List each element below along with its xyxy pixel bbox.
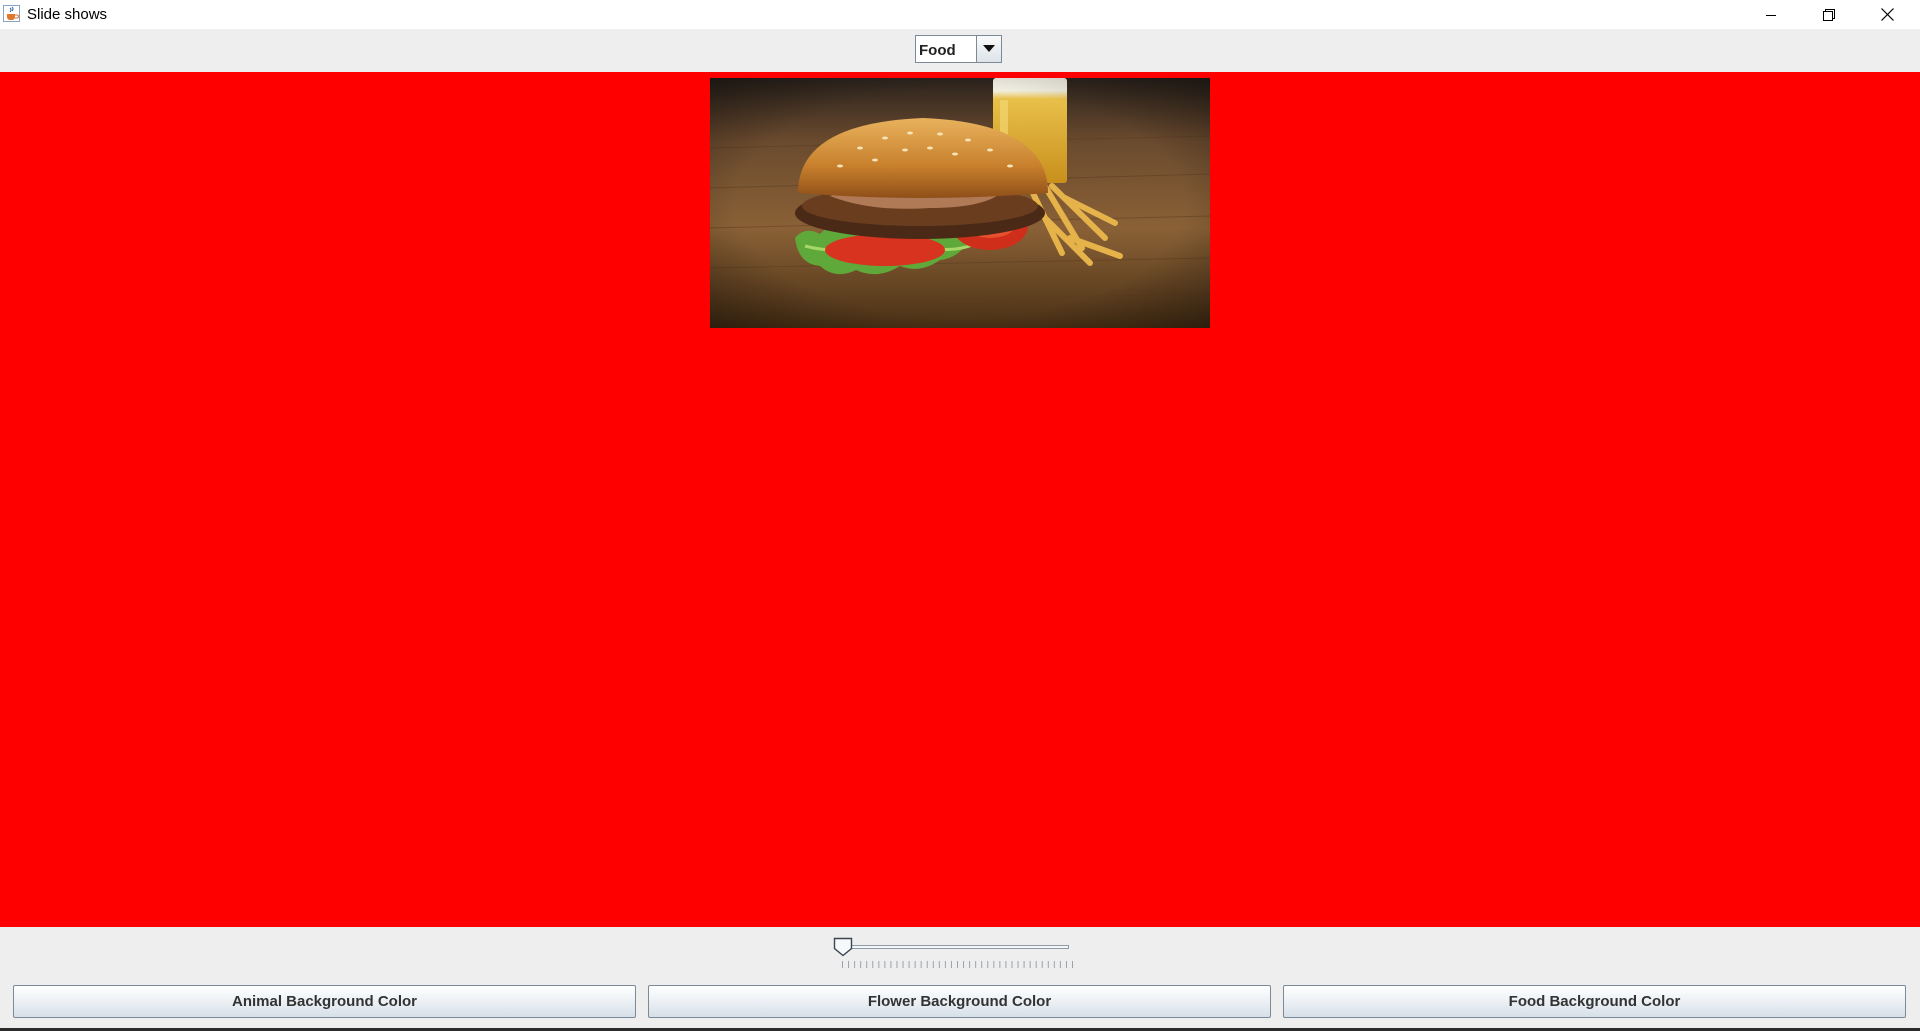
category-bar: Food <box>0 29 1920 72</box>
java-cup-icon <box>3 5 20 22</box>
animal-background-color-button[interactable]: Animal Background Color <box>13 985 636 1018</box>
slide-image <box>710 78 1210 328</box>
flower-background-color-button[interactable]: Flower Background Color <box>648 985 1271 1018</box>
close-icon <box>1880 8 1894 21</box>
close-button[interactable] <box>1858 0 1916 29</box>
chevron-down-icon <box>983 45 995 52</box>
slider-track <box>837 945 1069 949</box>
slide-speed-slider[interactable] <box>833 933 1076 973</box>
restore-icon <box>1823 8 1835 21</box>
category-select-value: Food <box>919 42 956 59</box>
minimize-icon <box>1766 14 1776 16</box>
background-color-buttons: Animal Background Color Flower Backgroun… <box>0 982 1920 1031</box>
slide-panel <box>0 72 1920 927</box>
slide-shows-window: Slide shows Food Animal Background Color… <box>0 0 1920 1031</box>
slider-thumb[interactable] <box>833 937 853 957</box>
category-select[interactable]: Food <box>915 35 1002 63</box>
category-dropdown-button[interactable] <box>976 36 1001 62</box>
food-background-color-button[interactable]: Food Background Color <box>1283 985 1906 1018</box>
title-bar: Slide shows <box>0 0 1920 29</box>
window-title: Slide shows <box>27 6 108 23</box>
restore-button[interactable] <box>1800 0 1858 29</box>
burger-photo <box>710 78 1210 328</box>
slider-ticks <box>842 961 1073 968</box>
minimize-button[interactable] <box>1742 0 1800 29</box>
slider-panel <box>0 927 1920 982</box>
